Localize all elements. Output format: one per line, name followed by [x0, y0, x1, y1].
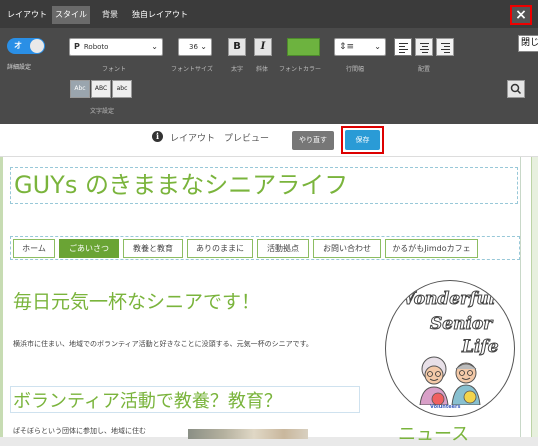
text-case-label: 文字設定: [90, 108, 115, 115]
chevron-down-icon: ⌄: [200, 42, 207, 51]
search-button[interactable]: [507, 80, 525, 98]
redo-button[interactable]: やり直す: [292, 131, 334, 150]
toggle-label: オ: [14, 41, 22, 50]
site-left-edge: [0, 157, 3, 437]
style-editor-panel: レイアウト スタイル 背景 独自レイアウト × オ 詳細設定 P Roboto ⌄…: [0, 0, 538, 124]
logo-badge-text: Volunteers: [430, 404, 461, 410]
nav-item-base[interactable]: 活動拠点: [257, 239, 309, 258]
advanced-settings-toggle[interactable]: オ: [7, 38, 45, 54]
align-right-icon: [441, 43, 450, 55]
site-scrollbar[interactable]: [531, 157, 538, 437]
intro-paragraph: 横浜市に住まい、地域でのボランティア活動と好きなことに没頭する、元気一杯のシニア…: [13, 340, 313, 348]
section-heading: ボランティア活動で教養？教育？: [13, 391, 282, 412]
align-center-button[interactable]: [415, 38, 433, 56]
section-photo: [188, 429, 308, 439]
info-icon: i: [152, 131, 163, 142]
nav-item-as-is[interactable]: ありのままに: [187, 239, 253, 258]
alignment-label: 配置: [418, 66, 431, 73]
font-size-select[interactable]: 36 ⌄: [178, 38, 212, 56]
nav-item-contact[interactable]: お問い合わせ: [313, 239, 381, 258]
toggle-knob: [30, 39, 44, 53]
case-lower-button[interactable]: abc: [112, 80, 132, 98]
tab-layout[interactable]: レイアウト: [4, 6, 50, 24]
case-capitalize-button[interactable]: Abc: [70, 80, 90, 98]
logo-word-1: Wonderful: [395, 289, 496, 310]
wonderful-senior-life-logo: Wonderful Senior Life Volunteers: [385, 280, 515, 417]
align-center-icon: [420, 43, 429, 55]
font-size-value: 36: [189, 43, 198, 51]
senior-couple-illustration: [419, 356, 481, 405]
align-left-icon: [399, 43, 408, 55]
layout-preview-label: レイアウト プレビュー: [170, 134, 270, 144]
site-title[interactable]: GUYs のきままなシニアライフ: [10, 167, 518, 204]
logo-word-2: Senior: [429, 314, 493, 335]
editor-tab-bar: レイアウト スタイル 背景 独自レイアウト: [0, 0, 538, 28]
chevron-down-icon: ⌄: [374, 42, 381, 51]
chevron-down-icon: ⌄: [151, 42, 158, 51]
news-heading: ニュース: [398, 424, 470, 445]
italic-label: 斜体: [256, 66, 269, 73]
italic-button[interactable]: I: [254, 38, 272, 56]
case-upper-button[interactable]: ABC: [91, 80, 111, 98]
align-left-button[interactable]: [394, 38, 412, 56]
nav-item-greeting[interactable]: ごあいさつ: [59, 239, 119, 258]
bold-icon: B: [233, 41, 241, 52]
search-icon: [510, 83, 522, 95]
nav-item-culture[interactable]: 教養と教育: [123, 239, 183, 258]
font-color-swatch[interactable]: [287, 38, 320, 56]
tab-custom-layout[interactable]: 独自レイアウト: [129, 6, 191, 24]
tab-background[interactable]: 背景: [99, 6, 121, 24]
line-spacing-select[interactable]: ⇕≡ ⌄: [334, 38, 386, 56]
bold-button[interactable]: B: [228, 38, 246, 56]
save-button[interactable]: 保存: [345, 130, 380, 150]
align-right-button[interactable]: [436, 38, 454, 56]
tab-style[interactable]: スタイル: [52, 6, 90, 24]
font-color-label: フォントカラー: [279, 66, 322, 73]
close-button[interactable]: ×: [510, 5, 532, 25]
font-select[interactable]: P Roboto ⌄: [69, 38, 163, 56]
line-spacing-label: 行間幅: [346, 66, 365, 73]
site-content-edge: [520, 157, 521, 437]
nav-item-home[interactable]: ホーム: [13, 239, 55, 258]
close-tooltip: 閉じる: [518, 35, 538, 52]
advanced-settings-label: 詳細設定: [7, 64, 32, 71]
section-paragraph: ぱそぼらという団体に参加し、地域に住む: [13, 427, 146, 435]
font-label: フォント: [102, 66, 127, 73]
font-icon: P: [74, 42, 80, 51]
close-icon: ×: [515, 7, 527, 23]
nav-item-cafe[interactable]: かるがもJimdoカフェ: [385, 239, 478, 258]
bold-label: 太字: [231, 66, 244, 73]
font-value: Roboto: [83, 43, 109, 51]
text-case-group: Abc ABC abc: [70, 80, 133, 98]
main-heading: 毎日元気一杯なシニアです！: [13, 291, 261, 313]
logo-word-3: Life: [462, 337, 500, 358]
italic-icon: I: [260, 41, 266, 52]
font-size-label: フォントサイズ: [171, 66, 213, 73]
line-spacing-icon: ⇕≡: [339, 42, 355, 52]
